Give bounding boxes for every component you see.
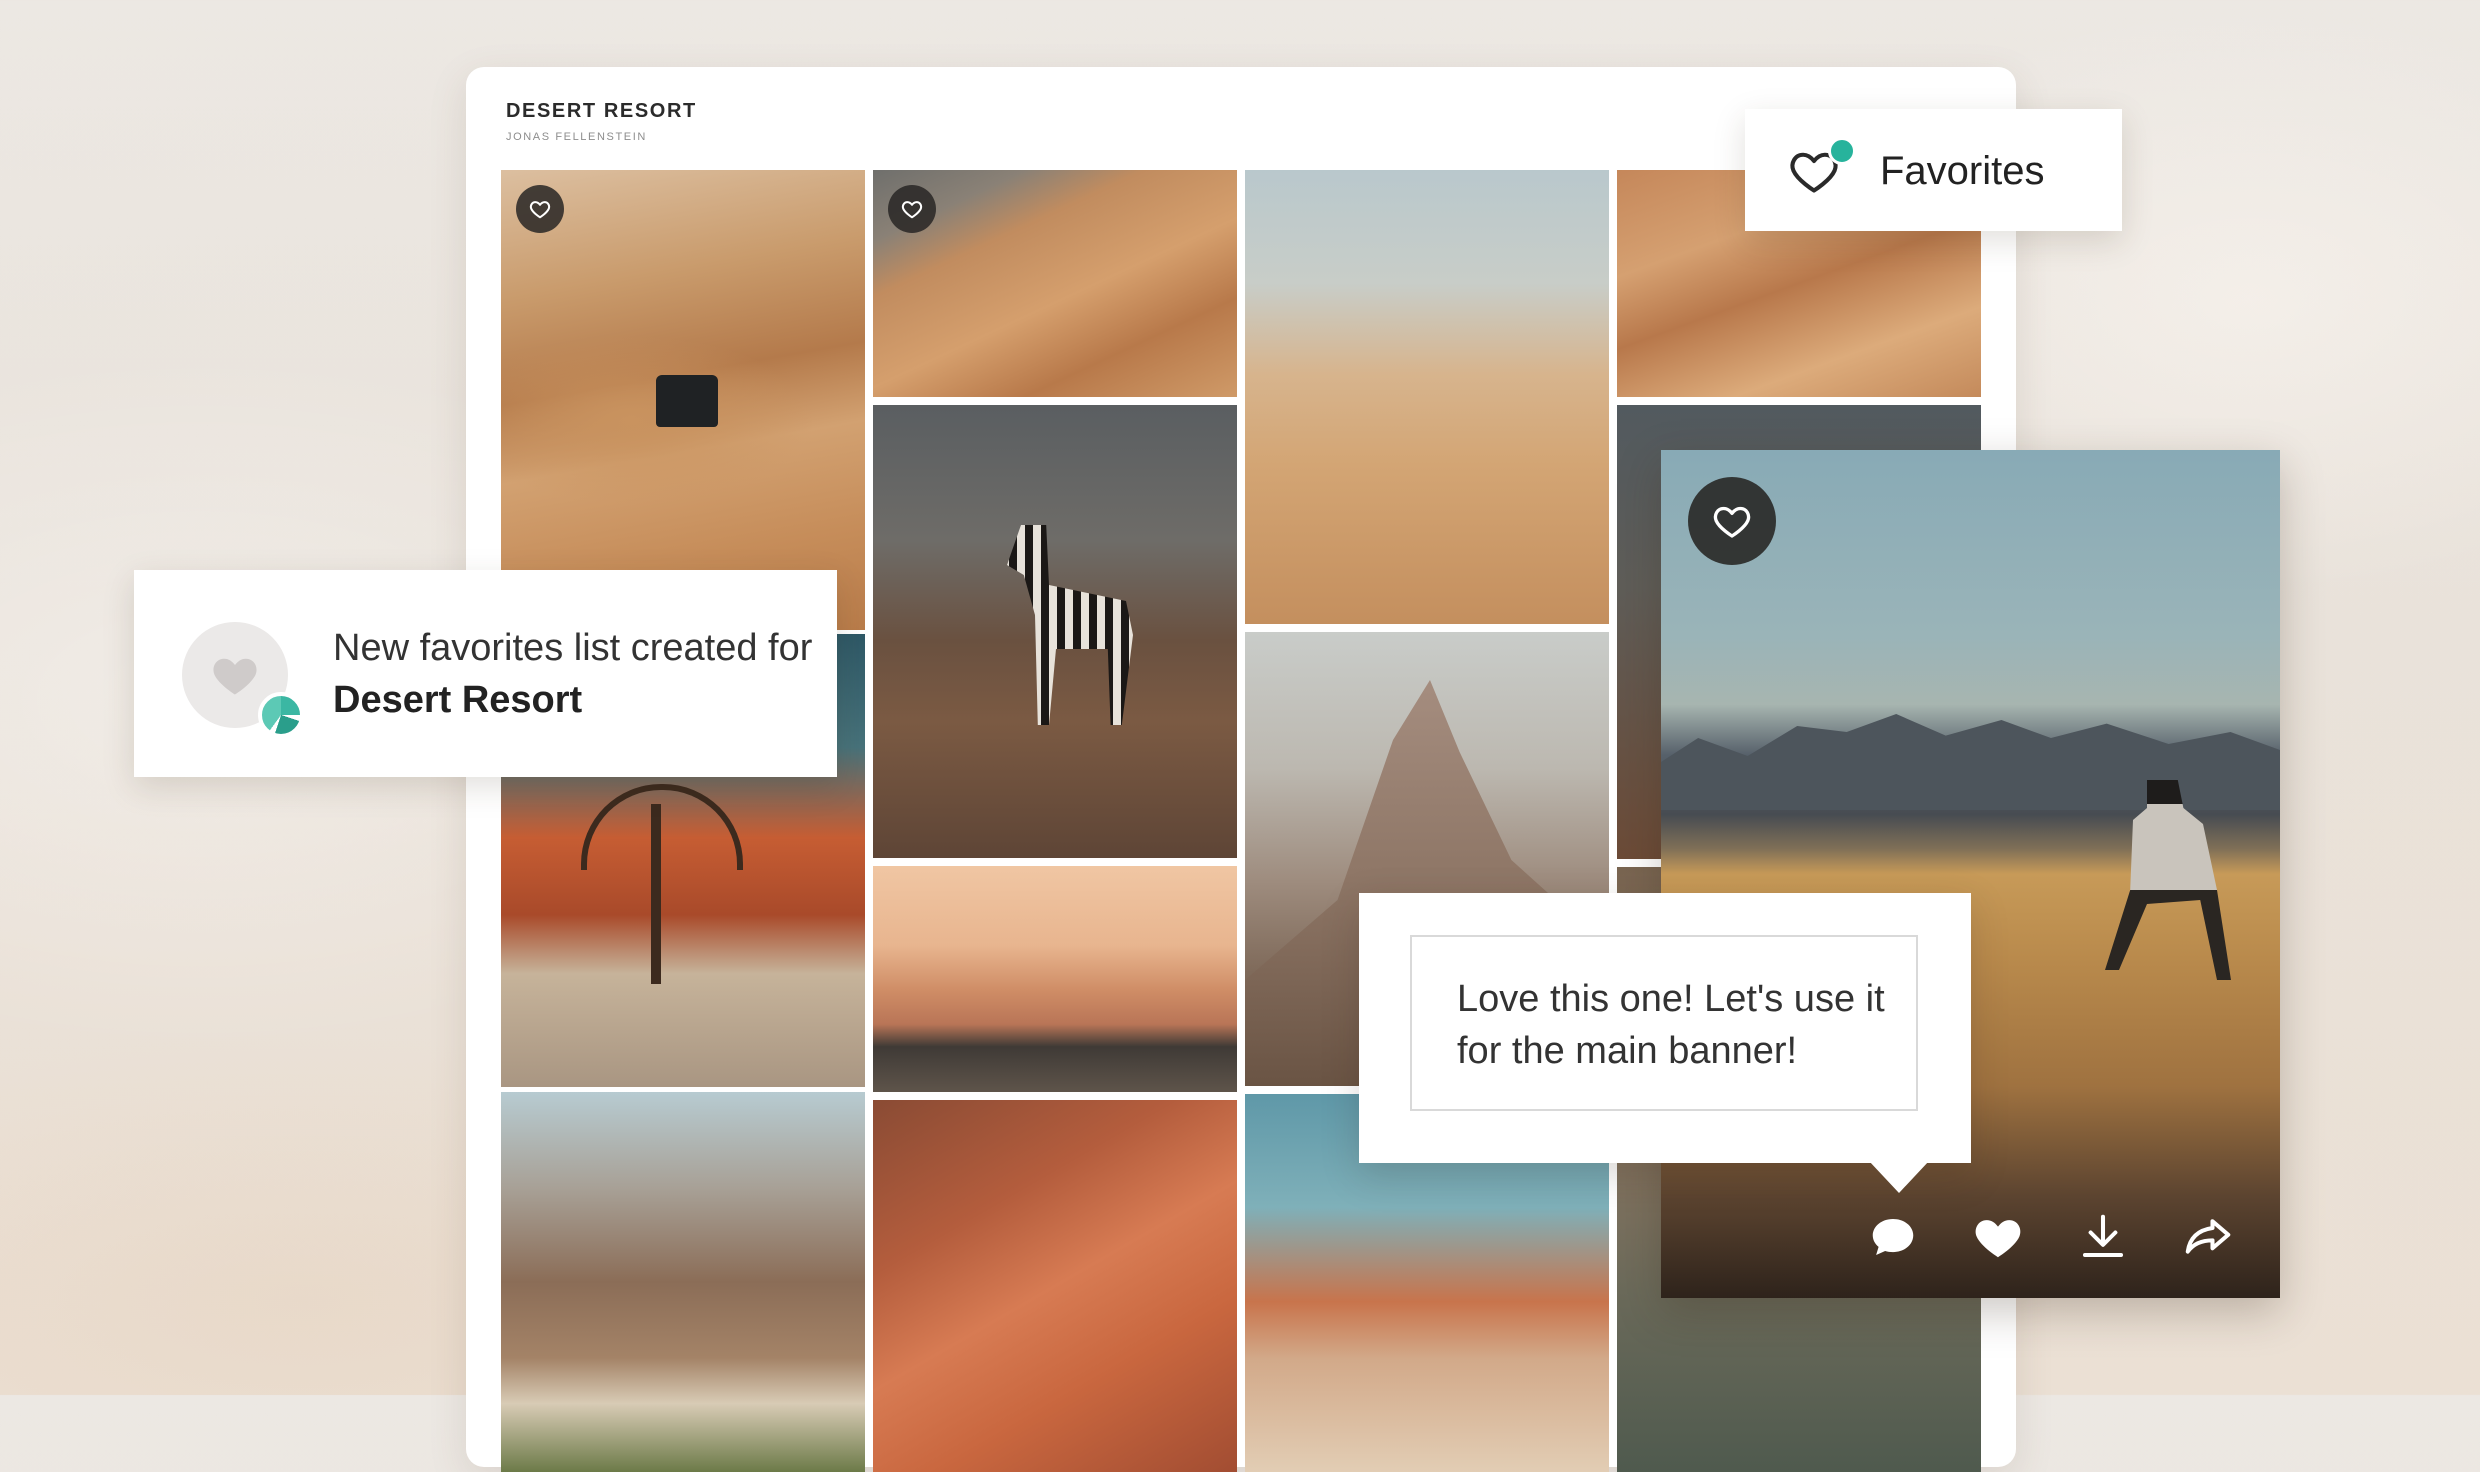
- comment-icon: [1872, 1219, 1914, 1255]
- heart-outline-icon: [529, 201, 551, 219]
- mountain-ridge: [1661, 714, 2280, 810]
- photo-dune-jeep[interactable]: [501, 170, 865, 630]
- photo-zebra[interactable]: [873, 405, 1237, 858]
- person-on-chair: [2105, 780, 2231, 980]
- heart-icon: [213, 658, 257, 695]
- collection-badge-icon: [258, 692, 304, 738]
- favorites-icon-wrap: [1788, 137, 1856, 197]
- share-button[interactable]: [2176, 1205, 2240, 1269]
- favorites-created-notification: New favorites list created for Desert Re…: [134, 570, 837, 777]
- favorite-button[interactable]: [1966, 1205, 2030, 1269]
- notification-text: New favorites list created for Desert Re…: [333, 622, 813, 726]
- download-button[interactable]: [2071, 1205, 2135, 1269]
- comment-box[interactable]: Love this one! Let's use it for the main…: [1410, 935, 1918, 1111]
- photo-preview-panel[interactable]: [1661, 450, 2280, 1298]
- gallery-title: DESERT RESORT: [506, 100, 697, 122]
- photo-hazy-mountains[interactable]: [873, 866, 1237, 1092]
- gallery-author: JONAS FELLENSTEIN: [506, 131, 647, 143]
- preview-action-bar: [1861, 1205, 2271, 1275]
- tree-figure: [581, 784, 743, 984]
- notification-dot: [1828, 137, 1856, 165]
- share-icon: [2185, 1219, 2231, 1254]
- jeep-figure: [656, 375, 718, 427]
- notification-text-prefix: New favorites list created for: [333, 627, 813, 669]
- notification-text-highlight: Desert Resort: [333, 679, 583, 721]
- comment-text: Love this one! Let's use it for the main…: [1457, 978, 1885, 1072]
- heart-outline-icon: [1713, 506, 1751, 538]
- preview-favorite-toggle[interactable]: [1688, 477, 1776, 565]
- favorites-label: Favorites: [1880, 149, 2045, 193]
- favorites-chip[interactable]: Favorites: [1745, 109, 2122, 231]
- comment-popover: Love this one! Let's use it for the main…: [1359, 893, 1971, 1193]
- photo-red-dune[interactable]: [873, 1100, 1237, 1472]
- favorite-toggle[interactable]: [888, 185, 936, 233]
- favorite-toggle[interactable]: [516, 185, 564, 233]
- heart-filled-icon: [1975, 1220, 2021, 1258]
- comment-button[interactable]: [1861, 1205, 1925, 1269]
- photo-dune-walker[interactable]: [1245, 170, 1609, 624]
- zebra-figure: [1007, 525, 1133, 725]
- download-icon: [2082, 1214, 2124, 1258]
- heart-outline-icon: [901, 201, 923, 219]
- photo-rock-dune[interactable]: [501, 1092, 865, 1472]
- photo-coast-dunes[interactable]: [873, 170, 1237, 397]
